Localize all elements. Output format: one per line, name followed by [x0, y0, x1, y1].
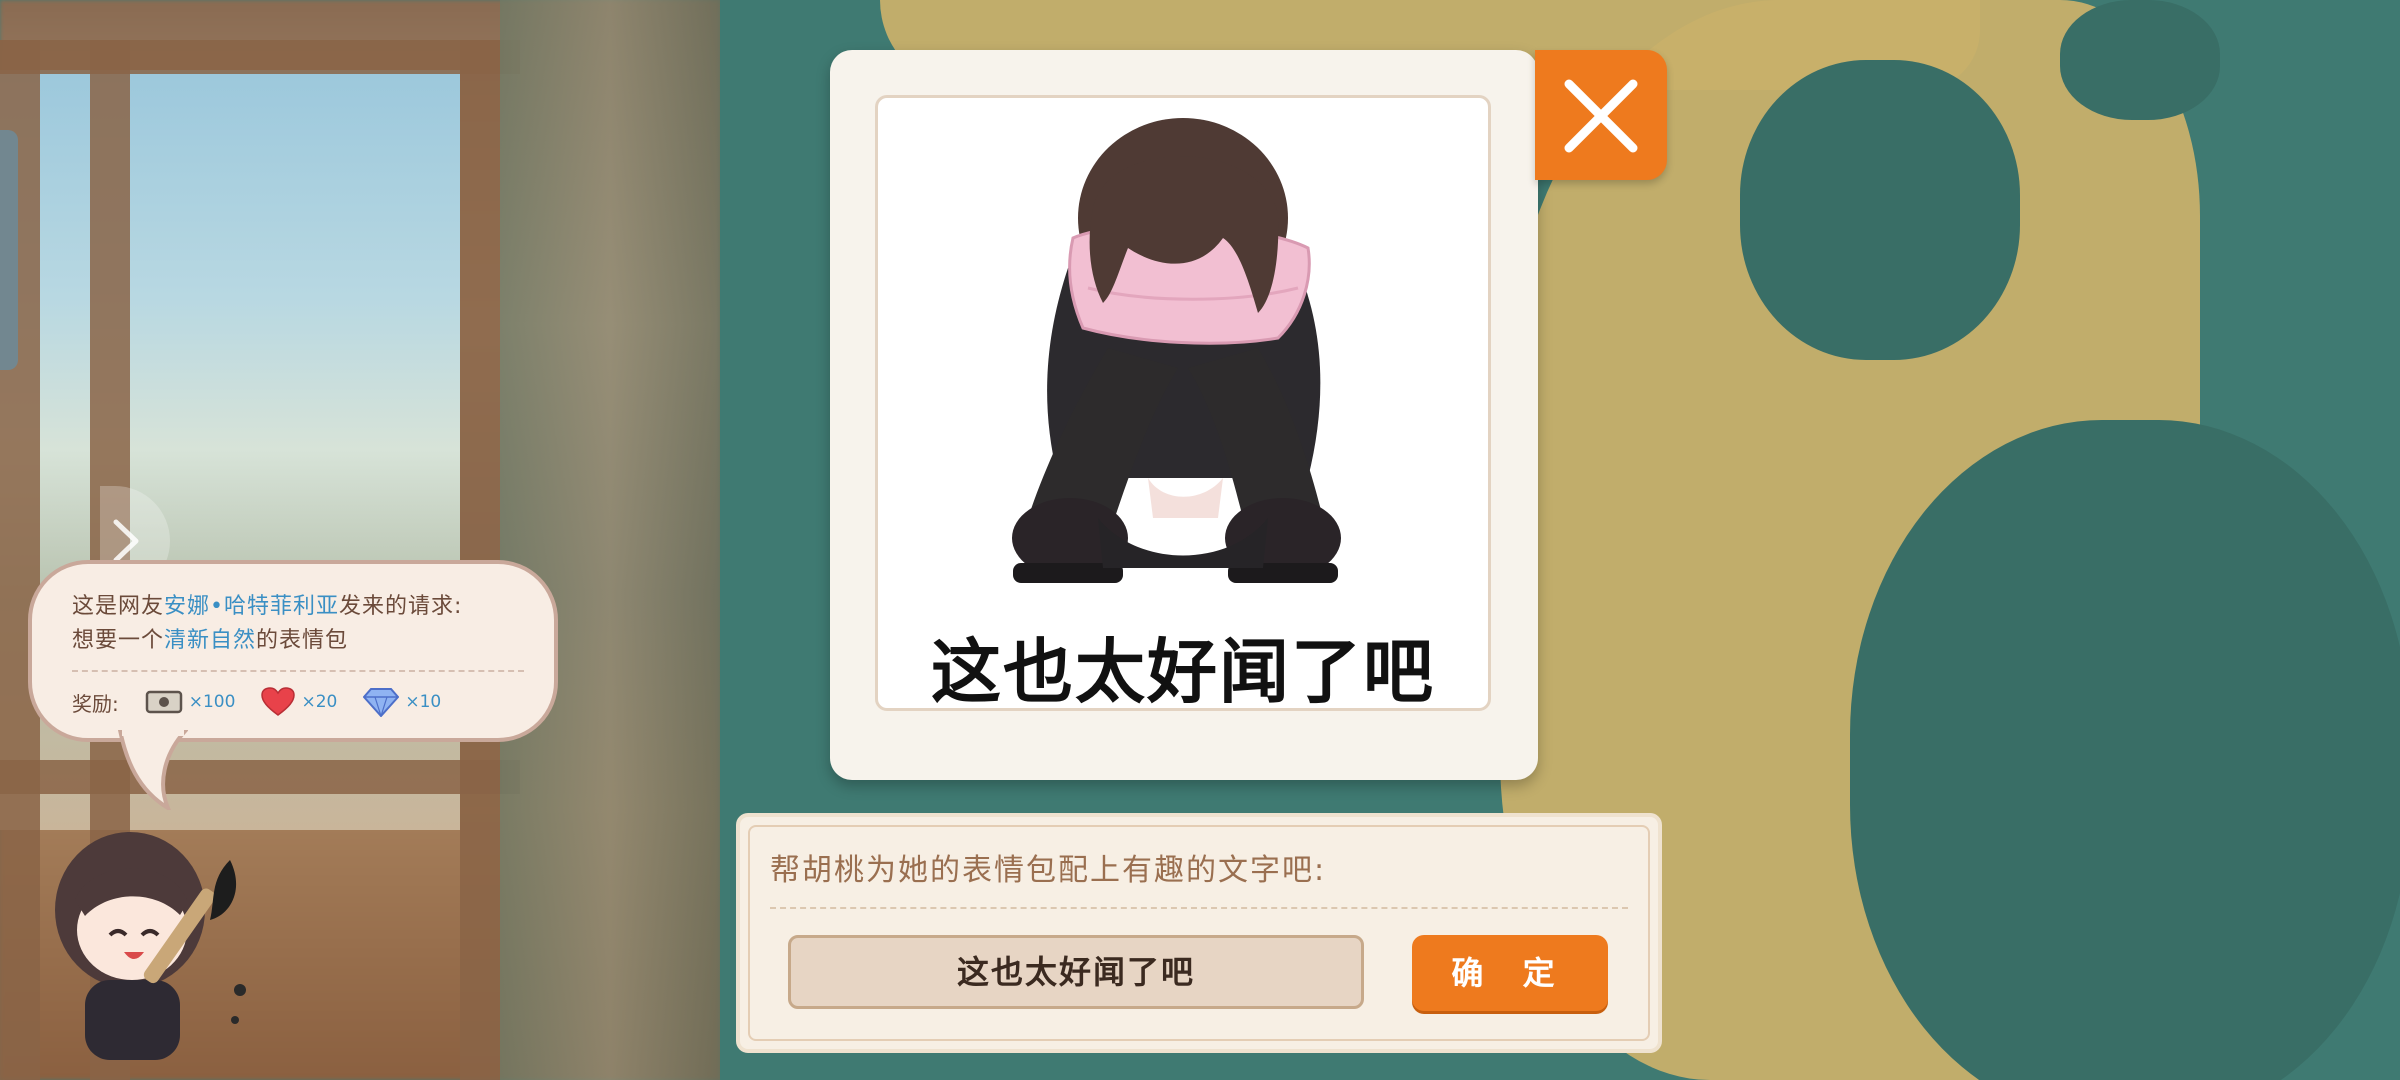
window-frame — [0, 760, 520, 794]
reward-cash: ×100 — [145, 689, 236, 715]
request-text: 这是网友安娜•哈特菲利亚发来的请求: 想要一个清新自然的表情包 — [72, 590, 462, 658]
request-line1-prefix: 这是网友 — [72, 594, 165, 619]
sender-name: 安娜•哈特菲利亚 — [164, 594, 339, 619]
leaf-shadow — [2060, 0, 2220, 120]
caption-editor-panel: 帮胡桃为她的表情包配上有趣的文字吧: 这也太好闻了吧 确 定 — [736, 813, 1662, 1053]
diamond-icon — [363, 688, 400, 717]
meme-card: 这也太好闻了吧 — [830, 50, 1538, 780]
bubble-tail — [118, 730, 188, 810]
heart-icon — [261, 687, 296, 716]
reward-row: 奖励: ×100 ×20 ×10 — [72, 682, 441, 722]
request-line2-prefix: 想要一个 — [72, 628, 165, 653]
request-line1-suffix: 发来的请求: — [339, 594, 463, 619]
reward-label: 奖励: — [72, 691, 119, 716]
meme-caption: 这也太好闻了吧 — [931, 631, 1435, 713]
meme-illustration — [1012, 118, 1341, 583]
window-frame — [0, 40, 520, 74]
leaf-shadow — [1850, 420, 2400, 1080]
caption-input[interactable]: 这也太好闻了吧 — [788, 935, 1364, 1009]
style-keyword: 清新自然 — [164, 628, 257, 653]
cash-icon — [145, 690, 182, 714]
reward-diamond: ×10 — [363, 687, 441, 717]
reward-heart: ×20 — [261, 687, 337, 717]
reward-cash-qty: ×100 — [188, 692, 236, 712]
close-button[interactable] — [1535, 50, 1667, 180]
confirm-button[interactable]: 确 定 — [1412, 935, 1608, 1011]
editor-prompt: 帮胡桃为她的表情包配上有趣的文字吧: — [770, 853, 1327, 888]
side-tab — [0, 130, 18, 370]
bubble-divider — [72, 670, 524, 672]
panel-divider — [770, 907, 1628, 909]
reward-diamond-qty: ×10 — [405, 692, 442, 712]
wall-column — [500, 0, 720, 1080]
chevron-right-icon — [113, 519, 139, 563]
request-bubble: 这是网友安娜•哈特菲利亚发来的请求: 想要一个清新自然的表情包 奖励: ×100… — [28, 560, 558, 742]
leaf-shadow — [1740, 60, 2020, 360]
meme-frame: 这也太好闻了吧 — [875, 95, 1491, 713]
close-icon — [1564, 79, 1638, 153]
request-line2-suffix: 的表情包 — [256, 628, 349, 653]
reward-heart-qty: ×20 — [301, 692, 338, 712]
chibi-mascot — [55, 832, 246, 1060]
